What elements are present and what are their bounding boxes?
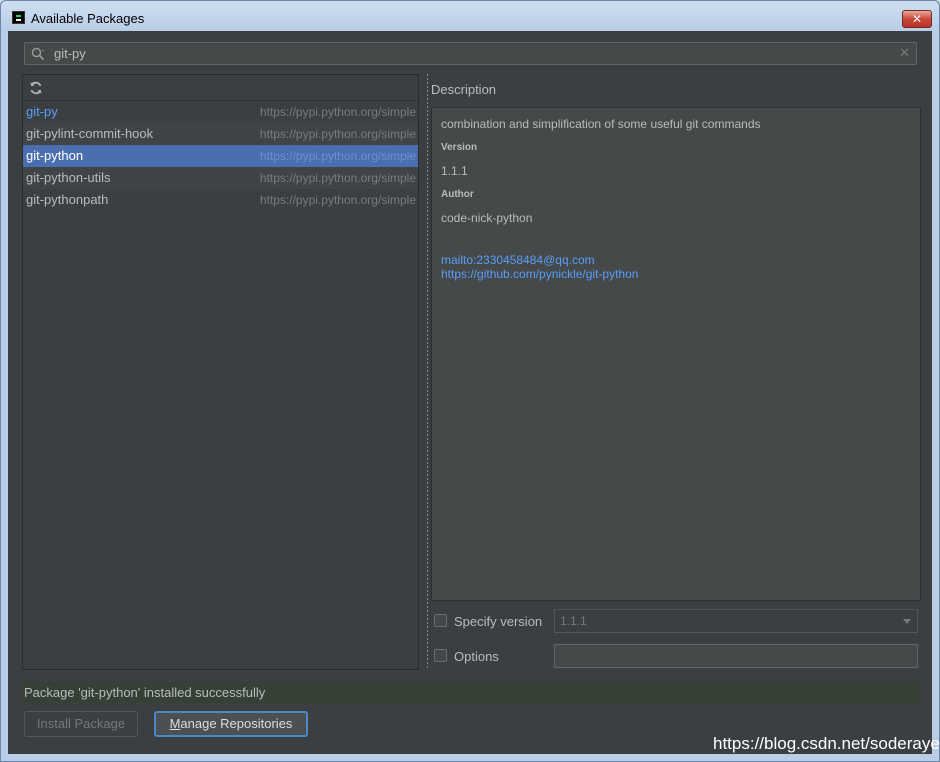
options-input[interactable] — [554, 644, 918, 668]
package-repo: https://pypi.python.org/simple — [259, 193, 416, 207]
package-name: git-pylint-commit-hook — [26, 126, 154, 141]
install-package-button[interactable]: Install Package — [24, 711, 138, 737]
package-repo: https://pypi.python.org/simple — [259, 171, 416, 185]
options-checkbox[interactable] — [434, 649, 447, 662]
options-label: Options — [454, 649, 499, 664]
manage-repositories-button[interactable]: Manage Repositories — [154, 711, 308, 737]
package-name: git-python-utils — [26, 170, 111, 185]
package-row[interactable]: git-pylint-commit-hook https://pypi.pyth… — [23, 123, 418, 145]
description-panel: combination and simplification of some u… — [431, 107, 921, 601]
refresh-icon[interactable] — [28, 80, 44, 96]
specify-version-checkbox[interactable] — [434, 614, 447, 627]
package-row[interactable]: git-pythonpath https://pypi.python.org/s… — [23, 189, 418, 211]
version-dropdown-value: 1.1.1 — [560, 614, 587, 628]
email-link[interactable]: mailto:2330458484@qq.com — [441, 253, 595, 267]
title-bar[interactable]: Available Packages ✕ — [1, 1, 939, 31]
package-row[interactable]: git-python-utils https://pypi.python.org… — [23, 167, 418, 189]
watermark: https://blog.csdn.net/soderayer — [713, 734, 940, 753]
package-name: git-py — [26, 104, 58, 119]
package-repo: https://pypi.python.org/simple — [259, 127, 416, 141]
homepage-link[interactable]: https://github.com/pynickle/git-python — [441, 267, 638, 281]
description-text: combination and simplification of some u… — [441, 117, 761, 131]
dialog-body: ✕ git-py https://pypi.python.org/simple … — [8, 31, 932, 754]
version-dropdown[interactable]: 1.1.1 — [554, 609, 918, 633]
status-message: Package 'git-python' installed successfu… — [24, 685, 266, 700]
status-bar: Package 'git-python' installed successfu… — [22, 682, 921, 703]
close-button[interactable]: ✕ — [902, 10, 932, 28]
search-box[interactable]: ✕ — [24, 42, 917, 65]
package-name: git-pythonpath — [26, 192, 109, 207]
version-heading: Version — [441, 142, 478, 153]
version-value: 1.1.1 — [441, 164, 468, 178]
pycharm-icon — [12, 11, 25, 24]
manage-repositories-label: anage Repositories — [180, 716, 293, 731]
package-row-selected[interactable]: git-python https://pypi.python.org/simpl… — [23, 145, 418, 167]
search-input[interactable] — [54, 43, 884, 64]
chevron-down-icon — [903, 619, 911, 624]
mnemonic-letter: M — [169, 716, 181, 731]
specify-version-label: Specify version — [454, 614, 543, 629]
package-repo: https://pypi.python.org/simple — [259, 105, 416, 119]
author-heading: Author — [441, 189, 474, 200]
description-heading: Description — [431, 82, 497, 97]
package-list-panel: git-py https://pypi.python.org/simple gi… — [22, 74, 419, 670]
package-list: git-py https://pypi.python.org/simple gi… — [23, 101, 418, 211]
search-icon — [31, 47, 45, 61]
list-toolbar — [23, 75, 418, 101]
author-value: code-nick-python — [441, 211, 533, 225]
window-title: Available Packages — [31, 11, 145, 26]
package-repo: https://pypi.python.org/simple — [259, 149, 416, 163]
package-row[interactable]: git-py https://pypi.python.org/simple — [23, 101, 418, 123]
package-name: git-python — [26, 148, 84, 163]
clear-search-icon[interactable]: ✕ — [899, 46, 910, 61]
dialog-window: Available Packages ✕ ✕ — [0, 0, 940, 762]
